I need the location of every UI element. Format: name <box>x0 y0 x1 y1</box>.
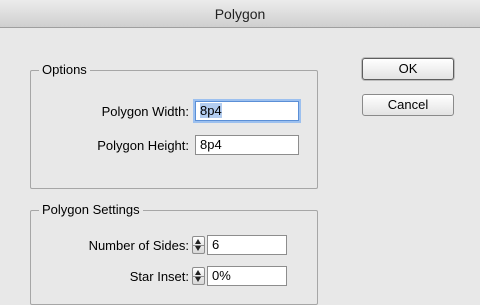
polygon-height-field[interactable]: 8p4 <box>195 135 299 155</box>
number-of-sides-label: Number of Sides: <box>88 238 189 253</box>
star-inset-stepper[interactable] <box>192 267 205 285</box>
stepper-up-icon[interactable] <box>195 270 201 275</box>
stepper-down-icon[interactable] <box>195 277 201 282</box>
number-of-sides-row: Number of Sides: 6 <box>31 235 317 257</box>
ok-button[interactable]: OK <box>362 58 454 80</box>
star-inset-value: 0% <box>212 268 231 283</box>
cancel-button[interactable]: Cancel <box>362 94 454 116</box>
polygon-width-label: Polygon Width: <box>101 104 189 119</box>
polygon-height-row: Polygon Height: 8p4 <box>31 135 317 157</box>
star-inset-row: Star Inset: 0% <box>31 266 317 288</box>
number-of-sides-field[interactable]: 6 <box>207 235 287 255</box>
star-inset-field[interactable]: 0% <box>207 266 287 286</box>
polygon-width-field[interactable]: 8p4 <box>195 101 299 121</box>
stepper-down-icon[interactable] <box>195 246 201 251</box>
options-legend: Options <box>42 62 87 77</box>
polygon-width-value: 8p4 <box>200 103 222 118</box>
polygon-settings-legend: Polygon Settings <box>42 202 140 217</box>
star-inset-label: Star Inset: <box>129 269 189 284</box>
polygon-settings-group: Polygon Settings Number of Sides: 6 Star… <box>30 203 318 305</box>
polygon-height-value: 8p4 <box>200 137 222 152</box>
polygon-dialog: Options Polygon Width: 8p4 Polygon Heigh… <box>0 28 480 305</box>
number-of-sides-value: 6 <box>212 237 220 252</box>
title-bar: Polygon <box>0 0 480 28</box>
polygon-width-row: Polygon Width: 8p4 <box>31 101 317 123</box>
stepper-up-icon[interactable] <box>195 239 201 244</box>
polygon-height-label: Polygon Height: <box>97 138 189 153</box>
window-title: Polygon <box>214 6 266 22</box>
number-of-sides-stepper[interactable] <box>192 236 205 254</box>
options-group: Options Polygon Width: 8p4 Polygon Heigh… <box>30 63 318 189</box>
